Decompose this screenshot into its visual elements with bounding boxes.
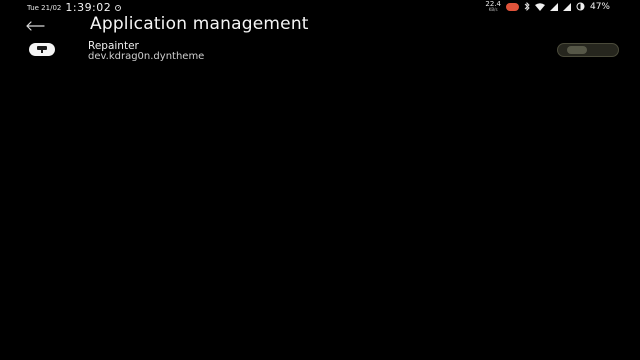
status-bar: Tue 21/02 1:39:02 22.4 KB/s 47% [0, 0, 640, 15]
app-package-name: dev.kdrag0n.dyntheme [88, 51, 205, 62]
network-speed: 22.4 KB/s [485, 1, 501, 12]
page-title: Application management [90, 14, 309, 34]
battery-icon [576, 2, 585, 11]
status-left: Tue 21/02 1:39:02 [27, 1, 122, 14]
status-date: Tue 21/02 [27, 3, 62, 12]
screen: Tue 21/02 1:39:02 22.4 KB/s 47% Applicat… [0, 0, 640, 360]
app-enable-toggle[interactable] [557, 43, 619, 57]
signal-2-icon [562, 2, 571, 11]
arrow-left-icon [25, 16, 45, 35]
notification-badge [505, 2, 519, 11]
back-button[interactable] [24, 17, 46, 33]
screen-record-icon [115, 4, 122, 11]
wifi-icon [534, 2, 545, 11]
app-list-item[interactable]: Repainter dev.kdrag0n.dyntheme [0, 38, 640, 64]
bluetooth-icon [524, 2, 530, 11]
network-speed-unit: KB/s [488, 7, 498, 12]
repainter-app-icon [29, 43, 55, 56]
toggle-knob [567, 46, 587, 54]
signal-icon [549, 2, 558, 11]
status-right: 22.4 KB/s 47% [485, 1, 610, 12]
battery-percent: 47% [589, 1, 610, 12]
status-time: 1:39:02 [65, 1, 112, 14]
app-bar: Application management [0, 14, 640, 36]
